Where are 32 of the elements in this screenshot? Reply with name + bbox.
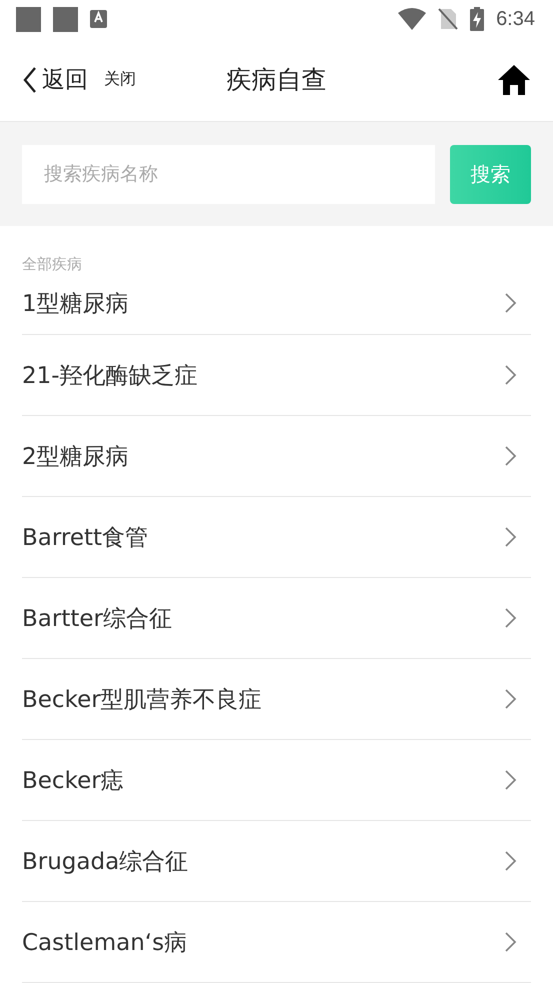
chevron-left-icon — [22, 66, 38, 92]
disease-list-item[interactable]: 2型糖尿病 — [22, 416, 531, 497]
disease-list-item[interactable]: Brugada综合征 — [22, 821, 531, 902]
search-field[interactable]: 搜索疾病名称 — [22, 144, 435, 204]
disease-list-item[interactable]: 1型糖尿病 — [22, 276, 531, 335]
no-sim-icon — [438, 8, 458, 30]
page-title: 疾病自查 — [226, 65, 326, 94]
chevron-right-icon — [505, 851, 517, 871]
chevron-right-icon — [505, 770, 517, 790]
chevron-right-icon — [505, 293, 517, 313]
notification-icon — [16, 6, 41, 32]
clock: 6:34 — [496, 8, 535, 30]
disease-list-item[interactable]: Barrett食管 — [22, 497, 531, 578]
chevron-right-icon — [505, 932, 517, 952]
wifi-icon — [398, 8, 426, 30]
disease-list-item[interactable]: 21-羟化酶缺乏症 — [22, 335, 531, 416]
home-icon[interactable] — [497, 64, 531, 96]
disease-list-item[interactable]: Bartter综合征 — [22, 578, 531, 659]
battery-icon — [470, 7, 484, 31]
chevron-right-icon — [505, 365, 517, 385]
disease-list-item[interactable]: Becker型肌营养不良症 — [22, 659, 531, 740]
keyboard-icon — [90, 9, 107, 29]
disease-list-item[interactable]: Castleman‘s病 — [22, 902, 531, 983]
notification-icon — [53, 6, 78, 32]
chevron-right-icon — [505, 689, 517, 709]
back-button[interactable]: 返回 — [22, 64, 88, 95]
disease-list-item[interactable]: Becker痣 — [22, 740, 531, 821]
section-label: 全部疾病 — [22, 254, 83, 275]
chevron-right-icon — [505, 527, 517, 547]
chevron-right-icon — [505, 608, 517, 628]
chevron-right-icon — [505, 446, 517, 466]
close-button[interactable]: 关闭 — [104, 69, 136, 90]
